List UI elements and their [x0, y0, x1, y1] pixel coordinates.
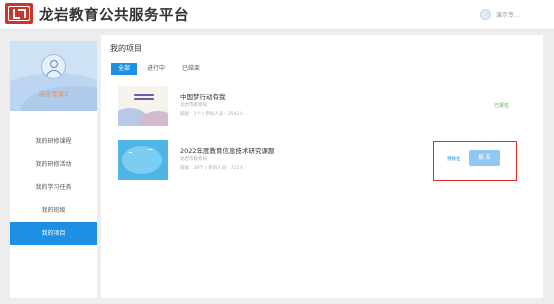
sidebar-item-projects[interactable]: 我的项目 — [10, 222, 97, 245]
thumbnail-line — [134, 94, 154, 96]
sidebar-item-classes[interactable]: 我的班级 — [10, 199, 97, 222]
thumbnail-line — [134, 98, 154, 100]
project-title[interactable]: 中国梦行动有我 — [180, 91, 226, 101]
user-menu[interactable]: 演示专... — [480, 8, 520, 21]
sidebar-profile-banner: 演示专家2 — [10, 41, 97, 111]
profile-avatar-icon[interactable] — [41, 54, 66, 79]
site-title[interactable]: 龙岩教育公共服务平台 — [39, 4, 189, 25]
project-card[interactable]: 中国梦行动有我 龙岩市教育局 班级：1个 | 参训人员：2542人 已报名 — [112, 81, 538, 132]
logo-seal-icon — [8, 6, 30, 21]
pre-signup-link[interactable]: 预报名 — [447, 156, 461, 162]
bird-icon — [128, 152, 133, 155]
project-title[interactable]: 2022年度教育信息技术研究课题 — [180, 145, 275, 155]
tab-finished[interactable]: 已结束 — [175, 63, 207, 75]
avatar-head-shape — [50, 60, 58, 68]
sidebar: 演示专家2 我的研修课程 我的研修活动 我的学习任务 我的班级 我的项目 — [10, 41, 97, 298]
top-bar: 龙岩教育公共服务平台 演示专... — [0, 0, 554, 30]
sidebar-item-activities[interactable]: 我的研修活动 — [10, 153, 97, 176]
sidebar-nav: 我的研修课程 我的研修活动 我的学习任务 我的班级 我的项目 — [10, 130, 97, 245]
project-thumbnail[interactable] — [118, 140, 168, 180]
sidebar-item-tasks[interactable]: 我的学习任务 — [10, 176, 97, 199]
page-title: 我的项目 — [110, 44, 142, 53]
avatar-body-shape — [46, 70, 62, 78]
tab-in-progress[interactable]: 进行中 — [140, 63, 172, 75]
user-avatar-icon — [480, 9, 491, 20]
thumbnail-glow-shape — [122, 146, 162, 174]
main-panel: 我的项目 全部 进行中 已结束 中国梦行动有我 龙岩市教育局 班级：1个 | 参… — [101, 35, 543, 298]
project-organizer: 龙岩市教育局 — [180, 103, 207, 108]
project-meta: 班级：1个 | 参训人员：2542人 — [180, 112, 244, 117]
thumbnail-title-art — [134, 94, 154, 104]
site-logo[interactable] — [5, 3, 33, 24]
header-user-name: 演示专... — [496, 12, 520, 19]
project-meta: 班级：39个 | 参训人员：721人 — [180, 166, 244, 171]
tab-all[interactable]: 全部 — [111, 63, 138, 75]
sidebar-item-courses[interactable]: 我的研修课程 — [10, 130, 97, 153]
bird-icon — [148, 149, 153, 152]
sidebar-user-name: 演示专家2 — [38, 90, 69, 98]
project-thumbnail[interactable] — [118, 86, 168, 126]
project-filter-tabs: 全部 进行中 已结束 — [111, 63, 210, 75]
signup-button[interactable]: 报 名 — [469, 150, 500, 166]
status-badge: 已报名 — [494, 103, 510, 109]
project-organizer: 龙岩市教育局 — [180, 157, 207, 162]
